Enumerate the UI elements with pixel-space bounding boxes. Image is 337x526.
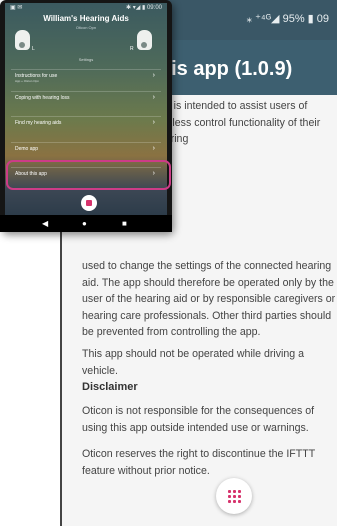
recent-apps-icon[interactable]: ■ [122,219,127,228]
right-aid-label: R [130,46,134,52]
status-icons: ⁎ ⁺⁴ᴳ◢ 95% ▮ 09 [246,13,329,25]
settings-paragraph: used to change the settings of the conne… [82,260,336,338]
highlight-ring [6,160,171,190]
menu-fab-button[interactable] [216,478,252,514]
menu-item-demo[interactable]: Demo app › [11,142,161,157]
app-title: William's Hearing Aids [43,14,129,23]
chevron-right-icon: › [152,119,155,126]
grid-icon [228,490,241,503]
phone-status-bar: ▣ ✉ ✱ ▾◢ ▮ 09:00 [5,3,167,13]
disclaimer-heading: Disclaimer [82,381,138,393]
right-hearing-aid-icon[interactable] [137,30,152,50]
menu-item-coping[interactable]: Coping with hearing loss › [11,91,161,106]
menu-item-label: Coping with hearing loss [15,95,70,101]
menu-item-find[interactable]: Find my hearing aids › [11,116,161,131]
menu-item-instructions[interactable]: Instructions for use App + Oticon Opn › [11,69,161,84]
intro-paragraph: app is intended to assist users of wirel… [153,100,321,145]
android-nav-bar: ◀ ● ■ [0,215,172,232]
grid-icon [86,200,92,206]
disclaimer-paragraph-1: Oticon is not responsible for the conseq… [82,405,315,434]
chevron-right-icon: › [152,145,155,152]
disclaimer-paragraph-2: Oticon reserves the right to discontinue… [82,448,315,477]
left-hearing-aid-icon[interactable] [15,30,30,50]
phone-menu-fab[interactable] [81,195,97,211]
menu-item-label: Demo app [15,146,39,152]
left-aid-label: L [32,46,35,52]
status-left-icons: ▣ ✉ [10,5,23,11]
section-label: Settings [78,57,94,62]
chevron-right-icon: › [152,72,155,79]
back-icon[interactable]: ◀ [42,219,48,228]
menu-item-sub: App + Oticon Opn [15,79,39,83]
status-right-icons: ✱ ▾◢ ▮ 09:00 [126,5,162,11]
phone-device: ▣ ✉ ✱ ▾◢ ▮ 09:00 William's Hearing Aids … [0,0,172,232]
home-icon[interactable]: ● [82,219,87,228]
menu-item-label: Find my hearing aids [15,120,62,126]
chevron-right-icon: › [152,94,155,101]
vehicle-warning: This app should not be operated while dr… [82,348,305,377]
